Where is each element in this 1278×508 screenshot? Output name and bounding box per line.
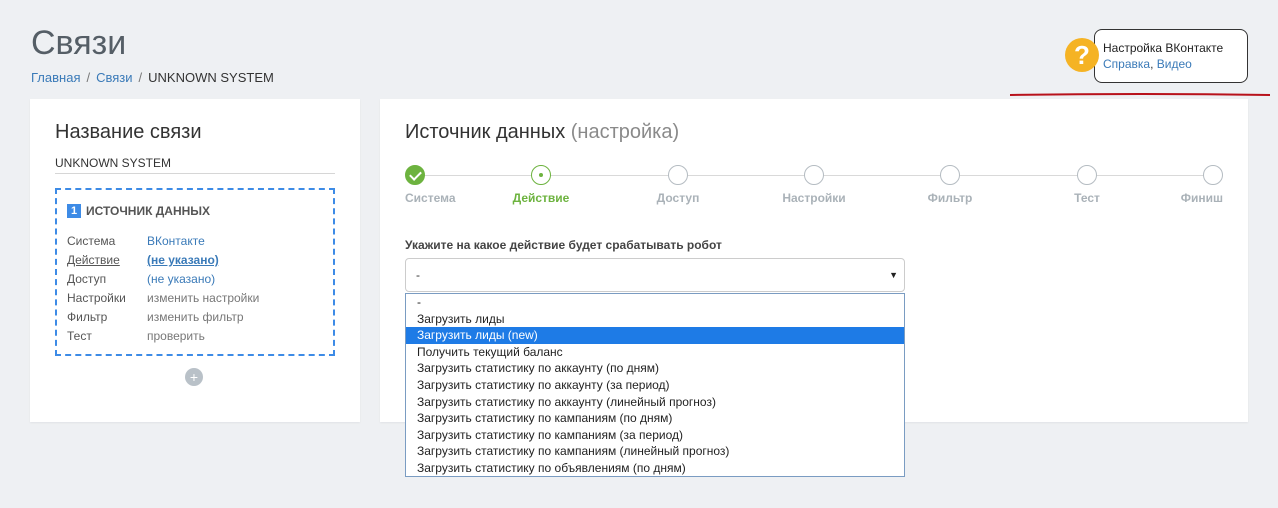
dropdown-option[interactable]: Загрузить статистику по кампаниям (по дн… (406, 410, 904, 427)
dropdown-option[interactable]: Загрузить статистику по аккаунту (по дня… (406, 360, 904, 377)
source-value-link[interactable]: изменить настройки (147, 289, 259, 308)
wizard-steps: Система Действие Доступ Настройки Фильтр… (405, 165, 1223, 215)
help-link[interactable]: Справка (1103, 57, 1150, 71)
breadcrumb-separator: / (86, 70, 91, 85)
help-box: Настройка ВКонтакте Справка, Видео (1094, 29, 1248, 83)
step-filter[interactable]: Фильтр (905, 165, 995, 205)
step-circle-icon (940, 165, 960, 185)
dropdown-option[interactable]: Загрузить статистику по аккаунту (за пер… (406, 377, 904, 394)
settings-title-main: Источник данных (405, 121, 566, 143)
source-row-test: Тест проверить (67, 327, 323, 346)
source-key: Настройки (67, 291, 126, 305)
step-action[interactable]: Действие (496, 165, 586, 205)
step-number-badge: 1 (67, 204, 81, 218)
data-source-header: 1 ИСТОЧНИК ДАННЫХ (67, 204, 323, 218)
dropdown-option[interactable]: Загрузить статистику по объявлениям (по … (406, 460, 904, 477)
source-row-access: Доступ (не указано) (67, 270, 323, 289)
source-row-action: Действие (не указано) (67, 251, 323, 270)
source-key: Фильтр (67, 310, 108, 324)
step-system[interactable]: Система (405, 165, 456, 205)
settings-title-sub: (настройка) (570, 121, 680, 143)
dropdown-option[interactable]: - (406, 294, 904, 311)
dropdown-option[interactable]: Загрузить статистику по аккаунту (линейн… (406, 394, 904, 411)
step-circle-icon (804, 165, 824, 185)
dropdown-option[interactable]: Получить текущий баланс (406, 344, 904, 361)
breadcrumb-separator: / (138, 70, 143, 85)
action-select[interactable]: - ▼ (405, 258, 905, 292)
help-title: Настройка ВКонтакте (1103, 41, 1224, 55)
check-icon (405, 165, 425, 185)
step-finish[interactable]: Финиш (1181, 165, 1223, 205)
current-step-icon (531, 165, 551, 185)
breadcrumb-current: UNKNOWN SYSTEM (148, 70, 274, 85)
add-step-button[interactable]: + (185, 368, 203, 386)
source-value-link[interactable]: (не указано) (147, 251, 219, 270)
data-source-title: ИСТОЧНИК ДАННЫХ (86, 204, 211, 218)
source-value-link[interactable]: проверить (147, 327, 205, 346)
step-settings[interactable]: Настройки (769, 165, 859, 205)
source-key: Тест (67, 329, 92, 343)
step-label: Настройки (782, 191, 846, 205)
connection-name-field[interactable]: UNKNOWN SYSTEM (55, 156, 335, 174)
annotation-underline (1010, 93, 1270, 96)
step-label: Доступ (656, 191, 700, 205)
action-dropdown-list[interactable]: - Загрузить лиды Загрузить лиды (new) По… (405, 293, 905, 477)
breadcrumb-home-link[interactable]: Главная (31, 70, 80, 85)
dropdown-arrow-icon: ▼ (889, 270, 898, 280)
source-value-link[interactable]: ВКонтакте (147, 232, 205, 251)
source-row-system: Система ВКонтакте (67, 232, 323, 251)
question-icon[interactable]: ? (1065, 38, 1099, 72)
source-row-settings: Настройки изменить настройки (67, 289, 323, 308)
action-question-label: Укажите на какое действие будет срабатыв… (405, 238, 722, 252)
step-label: Финиш (1180, 191, 1223, 205)
source-row-filter: Фильтр изменить фильтр (67, 308, 323, 327)
source-key: Доступ (67, 272, 107, 286)
source-value-link[interactable]: изменить фильтр (147, 308, 244, 327)
breadcrumb-section-link[interactable]: Связи (96, 70, 132, 85)
step-label: Тест (1074, 191, 1100, 205)
dropdown-option[interactable]: Загрузить лиды (406, 311, 904, 328)
video-link[interactable]: Видео (1157, 57, 1192, 71)
step-circle-icon (1203, 165, 1223, 185)
action-select-value: - (416, 268, 420, 282)
data-source-block[interactable]: 1 ИСТОЧНИК ДАННЫХ Система ВКонтакте Дейс… (55, 188, 335, 356)
step-test[interactable]: Тест (1042, 165, 1132, 205)
connection-card: Название связи UNKNOWN SYSTEM 1 ИСТОЧНИК… (30, 99, 360, 422)
step-circle-icon (1077, 165, 1097, 185)
step-label: Действие (512, 191, 570, 205)
settings-title: Источник данных (настройка) (405, 121, 679, 144)
step-label: Система (405, 191, 456, 205)
help-comma: , (1150, 57, 1154, 71)
breadcrumb: Главная / Связи / UNKNOWN SYSTEM (31, 70, 274, 85)
step-access[interactable]: Доступ (633, 165, 723, 205)
dropdown-option[interactable]: Загрузить статистику по кампаниям (за пе… (406, 427, 904, 444)
page-title: Связи (31, 24, 127, 62)
source-value-link[interactable]: (не указано) (147, 270, 215, 289)
dropdown-option-highlighted[interactable]: Загрузить лиды (new) (406, 327, 904, 344)
source-key: Система (67, 234, 116, 248)
step-circle-icon (668, 165, 688, 185)
connection-title: Название связи (55, 121, 202, 143)
step-label: Фильтр (927, 191, 973, 205)
dropdown-option[interactable]: Загрузить статистику по кампаниям (линей… (406, 443, 904, 460)
source-key[interactable]: Действие (67, 251, 147, 270)
